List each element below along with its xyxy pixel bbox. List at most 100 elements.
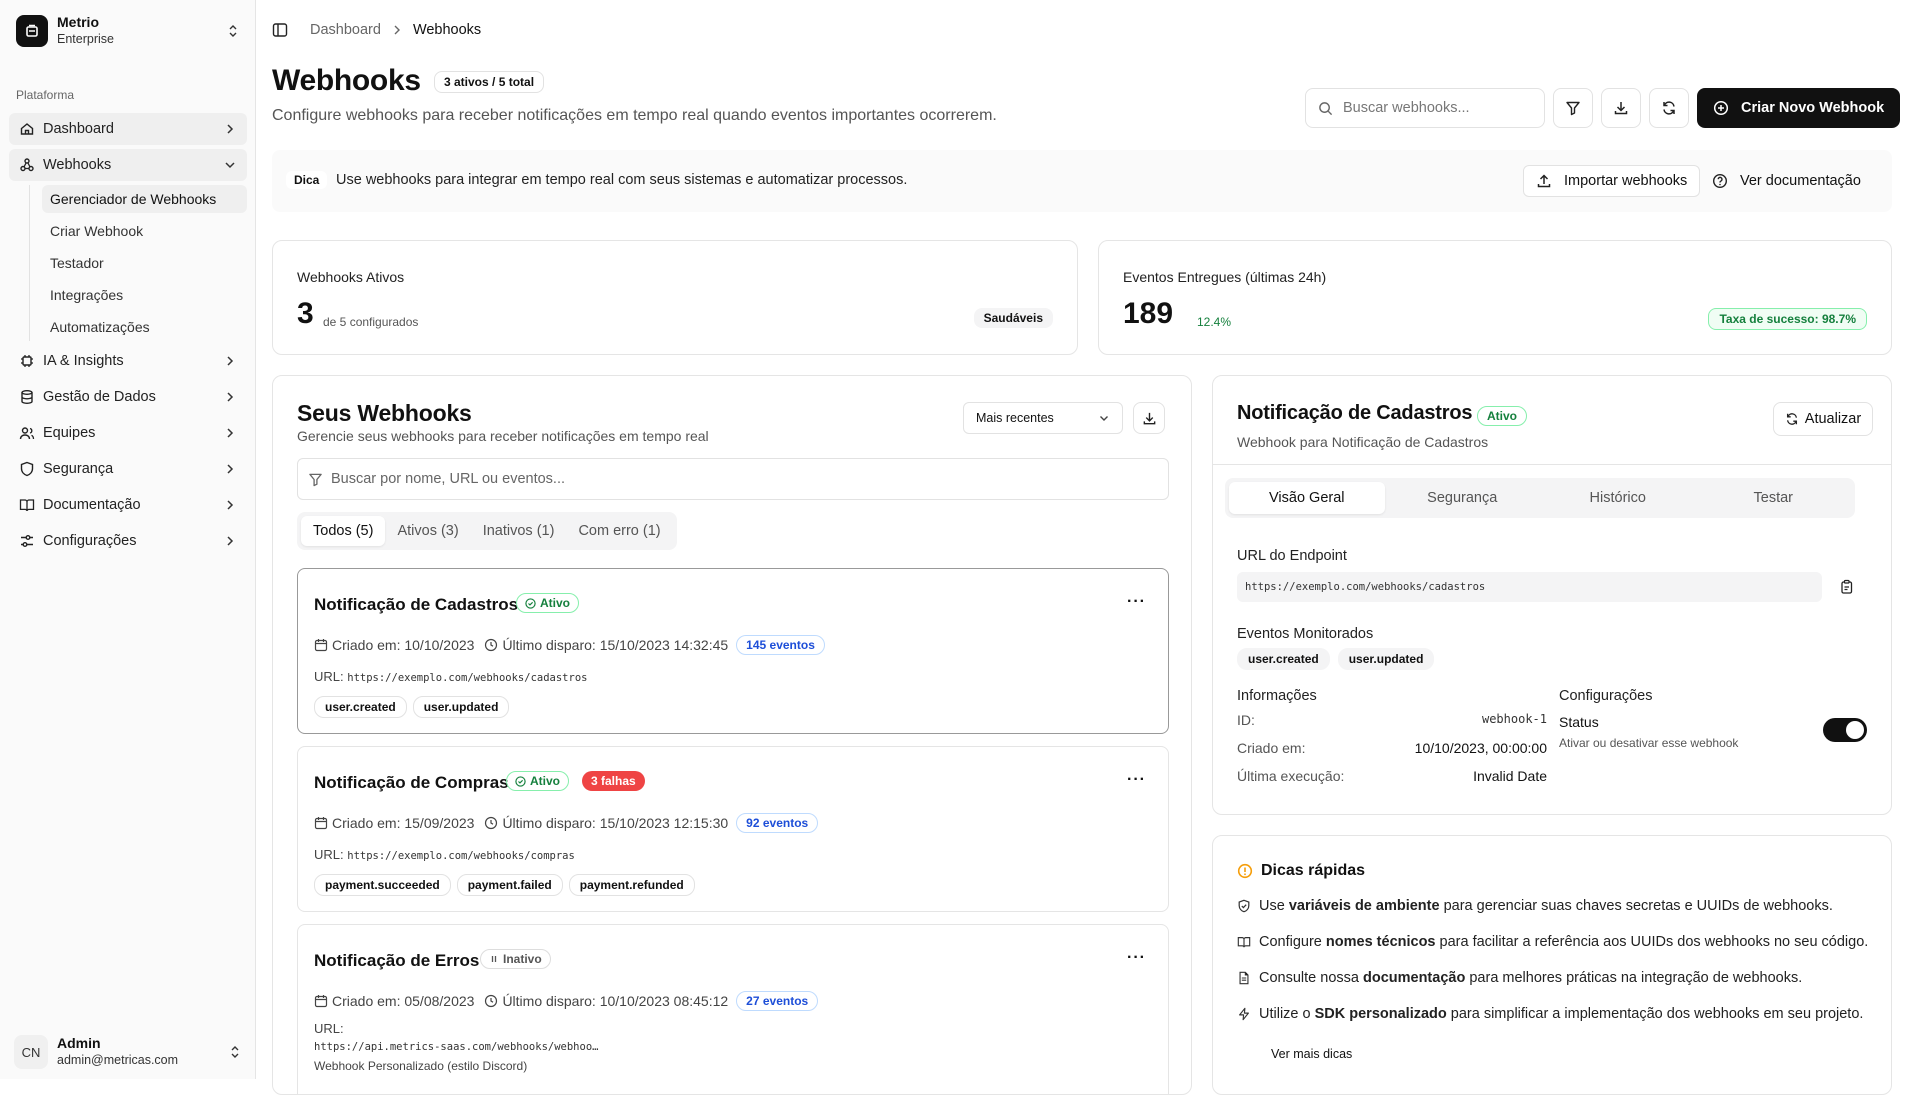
sort-select[interactable]: Mais recentes xyxy=(963,402,1123,434)
sidebar-item-webhooks[interactable]: Webhooks xyxy=(9,149,247,181)
sidebar-subitem-manager[interactable]: Gerenciador de Webhooks xyxy=(42,185,247,213)
info-list: ID: webhook-1 Criado em: 10/10/2023, 00:… xyxy=(1237,712,1547,796)
copy-icon[interactable] xyxy=(1839,579,1855,595)
create-webhook-button[interactable]: Criar Novo Webhook xyxy=(1697,88,1901,128)
tip-post: para simplificar a implementação dos web… xyxy=(1446,1006,1864,1022)
tab-test[interactable]: Testar xyxy=(1696,482,1852,514)
sidebar-subitem-create[interactable]: Criar Webhook xyxy=(42,217,247,245)
tab-error[interactable]: Com erro (1) xyxy=(566,516,672,546)
sidebar-item-label: IA & Insights xyxy=(43,353,124,369)
brand-switcher[interactable]: Metrio Enterprise xyxy=(16,14,240,48)
endpoint-url-box: https://exemplo.com/webhooks/cadastros xyxy=(1237,572,1822,602)
endpoint-label: URL do Endpoint xyxy=(1237,548,1347,564)
help-circle-icon xyxy=(1712,173,1728,189)
sidebar-subitem-integrations[interactable]: Integrações xyxy=(42,281,247,309)
sidebar-subitem-tester[interactable]: Testador xyxy=(42,249,247,277)
list-title: Seus Webhooks xyxy=(297,400,472,426)
export-list-button[interactable] xyxy=(1133,402,1165,434)
events-label: Eventos Monitorados xyxy=(1237,626,1374,642)
event-tag: payment.succeeded xyxy=(314,874,451,896)
alert-circle-icon xyxy=(1237,863,1253,879)
more-options-button[interactable]: ··· xyxy=(1127,593,1146,611)
tip-pre: Consulte nossa xyxy=(1259,970,1363,986)
stat-value: 3 xyxy=(297,297,314,330)
tip-bold: nomes técnicos xyxy=(1325,934,1436,950)
status-toggle[interactable] xyxy=(1823,718,1867,742)
list-search-input[interactable]: Buscar por nome, URL ou eventos... xyxy=(297,458,1169,500)
created-prefix: Criado em: xyxy=(332,815,401,831)
sidebar-item-label: Webhooks xyxy=(43,157,112,173)
calendar-icon xyxy=(314,816,328,830)
refresh-detail-button[interactable]: Atualizar xyxy=(1773,402,1873,436)
filter-button[interactable] xyxy=(1553,88,1593,128)
stat-title: Eventos Entregues (últimas 24h) xyxy=(1123,269,1327,285)
sliders-icon xyxy=(19,533,35,549)
sidebar-item-dashboard[interactable]: Dashboard xyxy=(9,113,247,145)
events-badge: 27 eventos xyxy=(736,991,819,1011)
breadcrumb-parent[interactable]: Dashboard xyxy=(310,22,381,38)
filter-icon xyxy=(308,472,323,487)
user-menu[interactable]: CN Admin admin@metricas.com xyxy=(14,1035,242,1069)
more-options-button[interactable]: ··· xyxy=(1127,949,1146,967)
status-badge: Ativo xyxy=(516,593,579,613)
view-docs-button[interactable]: Ver documentação xyxy=(1712,165,1861,197)
webhook-meta: Criado em: 05/08/2023 Último disparo: 10… xyxy=(314,991,819,1011)
success-rate-badge: Taxa de sucesso: 98.7% xyxy=(1708,308,1867,330)
tab-inactive[interactable]: Inativos (1) xyxy=(471,516,567,546)
tip-bold: documentação xyxy=(1362,970,1466,986)
search-placeholder: Buscar webhooks... xyxy=(1343,100,1470,116)
last-prefix: Último disparo: xyxy=(502,637,596,653)
download-icon xyxy=(1613,100,1629,116)
event-tag: payment.failed xyxy=(456,874,563,896)
home-icon xyxy=(19,121,35,137)
stat-value: 189 xyxy=(1123,297,1174,330)
more-options-button[interactable]: ··· xyxy=(1127,771,1146,789)
search-input[interactable]: Buscar webhooks... xyxy=(1305,88,1545,128)
sidebar-nav: Dashboard Webhooks Gerenciador de Webhoo… xyxy=(9,113,247,561)
filter-tabs: Todos (5) Ativos (3) Inativos (1) Com er… xyxy=(297,512,677,550)
tip-item: Utilize o SDK personalizado para simplif… xyxy=(1237,1006,1863,1022)
last-date: 10/10/2023 08:45:12 xyxy=(599,993,729,1009)
tip-item: Consulte nossa documentação para melhore… xyxy=(1237,970,1802,986)
import-webhooks-button[interactable]: Importar webhooks xyxy=(1523,165,1701,197)
detail-subtitle: Webhook para Notificação de Cadastros xyxy=(1237,434,1489,450)
stat-trend: 12.4% xyxy=(1197,315,1232,329)
sidebar-item-security[interactable]: Segurança xyxy=(9,453,247,485)
tab-active[interactable]: Ativos (3) xyxy=(385,516,470,546)
chevron-right-icon xyxy=(223,390,237,404)
webhook-url: https://exemplo.com/webhooks/cadastros xyxy=(347,672,588,684)
sidebar-toggle-icon[interactable] xyxy=(272,22,288,38)
webhook-name: Notificação de Cadastros xyxy=(314,595,519,614)
docs-label: Ver documentação xyxy=(1740,173,1861,189)
sidebar-item-docs[interactable]: Documentação xyxy=(9,489,247,521)
sidebar-item-data[interactable]: Gestão de Dados xyxy=(9,381,247,413)
quick-tips-title: Dicas rápidas xyxy=(1261,862,1366,879)
webhook-card[interactable]: Notificação de Compras Ativo 3 falhas ··… xyxy=(297,746,1169,912)
tab-security[interactable]: Segurança xyxy=(1385,482,1541,514)
more-tips-link[interactable]: Ver mais dicas xyxy=(1271,1047,1352,1061)
webhook-meta: Criado em: 15/09/2023 Último disparo: 15… xyxy=(314,813,819,833)
tip-post: para gerenciar suas chaves secretas e UU… xyxy=(1439,898,1833,914)
sidebar-item-ai-insights[interactable]: IA & Insights xyxy=(9,345,247,377)
event-tag: user.updated xyxy=(412,696,510,718)
refresh-button[interactable] xyxy=(1649,88,1689,128)
sidebar-item-label: Gestão de Dados xyxy=(43,389,156,405)
tip-bold: SDK personalizado xyxy=(1314,1006,1447,1022)
sidebar-item-teams[interactable]: Equipes xyxy=(9,417,247,449)
clock-icon xyxy=(484,638,498,652)
status-config-desc: Ativar ou desativar esse webhook xyxy=(1559,736,1739,750)
tab-overview[interactable]: Visão Geral xyxy=(1229,482,1385,514)
sidebar-subitem-automations[interactable]: Automatizações xyxy=(42,313,247,341)
config-label: Configurações xyxy=(1559,688,1653,704)
tab-history[interactable]: Histórico xyxy=(1540,482,1696,514)
webhook-card[interactable]: Notificação de Cadastros Ativo ··· Criad… xyxy=(297,568,1169,734)
tip-label: Dica xyxy=(286,171,328,189)
webhook-card[interactable]: Notificação de Erros Inativo ··· Criado … xyxy=(297,924,1169,1094)
tab-all[interactable]: Todos (5) xyxy=(301,516,386,546)
shield-check-icon xyxy=(1237,899,1251,913)
webhook-meta: Criado em: 10/10/2023 Último disparo: 15… xyxy=(314,635,825,655)
status-badge: Inativo xyxy=(480,949,551,969)
download-button[interactable] xyxy=(1601,88,1641,128)
chevron-right-icon xyxy=(223,122,237,136)
sidebar-item-settings[interactable]: Configurações xyxy=(9,525,247,557)
